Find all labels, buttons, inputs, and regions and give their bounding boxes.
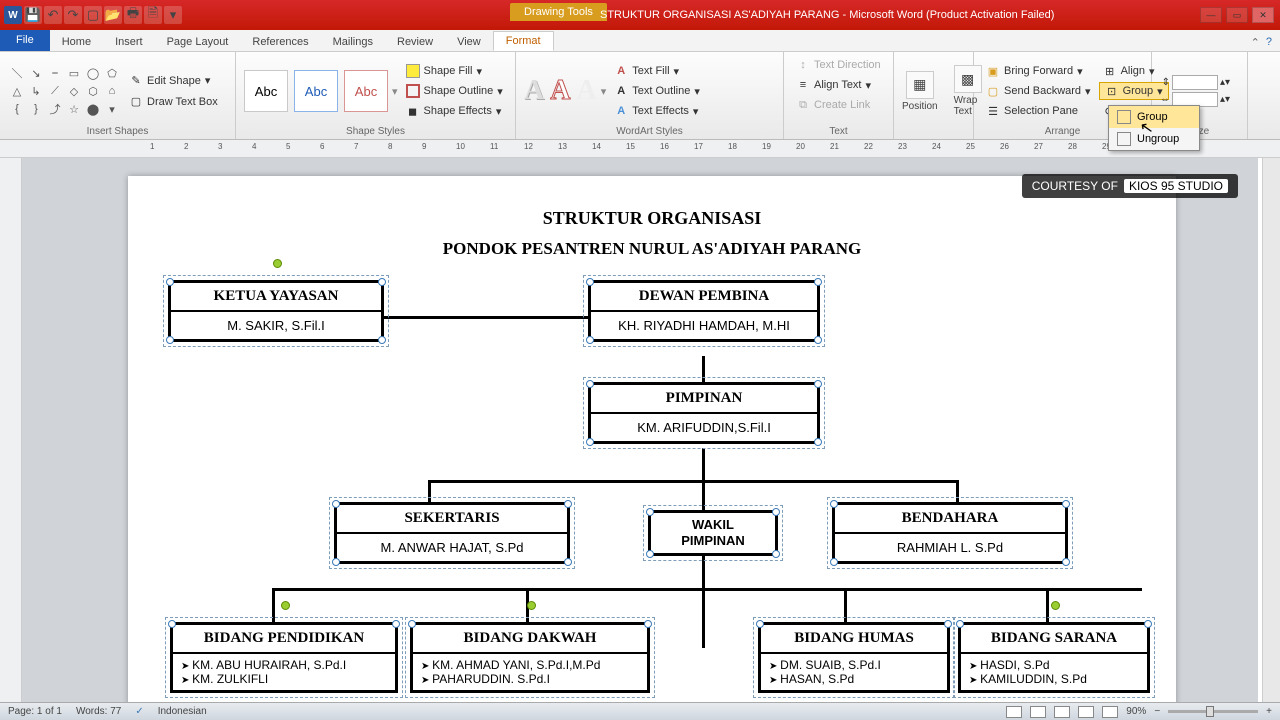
status-bar: Page: 1 of 1 Words: 77 ✓ Indonesian 90% … xyxy=(0,702,1280,720)
status-words[interactable]: Words: 77 xyxy=(76,706,121,717)
tabs-row: File Home Insert Page Layout References … xyxy=(0,30,1280,52)
qat-more-icon[interactable]: ▾ xyxy=(164,6,182,24)
group-insert-shapes: ＼↘⎯▭◯⬠ △↳⟋◇⬡⌂ {}⤴☆⬤▾ ✎Edit Shape ▾ ▢Draw… xyxy=(0,52,236,139)
view-print-layout-icon[interactable] xyxy=(1006,706,1022,718)
quick-access-toolbar: W 💾 ↶ ↷ ▢ 📂 🖶 🗎 ▾ xyxy=(0,6,182,24)
group-label: Insert Shapes xyxy=(8,126,227,139)
group-wordart-styles: A A A ▾ AText Fill ▾ AText Outline ▾ ATe… xyxy=(516,52,784,139)
draw-text-box-button[interactable]: ▢Draw Text Box xyxy=(125,93,222,111)
file-tab[interactable]: File xyxy=(0,29,50,51)
vertical-ruler[interactable] xyxy=(0,158,22,702)
zoom-level[interactable]: 90% xyxy=(1126,706,1146,717)
watermark: COURTESY OF KIOS 95 STUDIO xyxy=(1022,174,1238,198)
box-bidang-sarana[interactable]: BIDANG SARANA HASDI, S.PdKAMILUDDIN, S.P… xyxy=(958,622,1150,693)
document-canvas: STRUKTUR ORGANISASI PONDOK PESANTREN NUR… xyxy=(22,158,1258,702)
zoom-out-button[interactable]: − xyxy=(1154,706,1160,717)
document-title: STRUKTUR ORGANISASI AS'ADIYAH PARANG - M… xyxy=(600,9,1054,21)
text-outline-button[interactable]: AText Outline ▾ xyxy=(610,82,704,100)
maximize-button[interactable]: ▭ xyxy=(1226,7,1248,23)
page: STRUKTUR ORGANISASI PONDOK PESANTREN NUR… xyxy=(128,176,1176,702)
undo-icon[interactable]: ↶ xyxy=(44,6,62,24)
open-icon[interactable]: 📂 xyxy=(104,6,122,24)
status-page[interactable]: Page: 1 of 1 xyxy=(8,706,62,717)
context-tab-label: Drawing Tools xyxy=(510,3,607,21)
box-bidang-dakwah[interactable]: BIDANG DAKWAH KM. AHMAD YANI, S.Pd.I,M.P… xyxy=(410,622,650,693)
tab-format[interactable]: Format xyxy=(493,31,554,51)
word-icon: W xyxy=(4,6,22,24)
box-bidang-pendidikan[interactable]: BIDANG PENDIDIKAN KM. ABU HURAIRAH, S.Pd… xyxy=(170,622,398,693)
org-title-2: PONDOK PESANTREN NURUL AS'ADIYAH PARANG xyxy=(128,239,1176,259)
group-label: WordArt Styles xyxy=(524,126,775,139)
connector xyxy=(428,480,958,483)
shape-outline-button[interactable]: Shape Outline ▾ xyxy=(402,82,507,100)
view-draft-icon[interactable] xyxy=(1102,706,1118,718)
group-shape-styles: Abc Abc Abc ▾ Shape Fill ▾ Shape Outline… xyxy=(236,52,516,139)
bring-forward-button[interactable]: ▣Bring Forward ▾ xyxy=(982,62,1095,80)
wordart-gallery[interactable]: A A A xyxy=(524,75,597,107)
vertical-scrollbar[interactable] xyxy=(1262,158,1280,702)
box-sekertaris[interactable]: SEKERTARIS M. ANWAR HAJAT, S.Pd xyxy=(334,502,570,564)
tab-insert[interactable]: Insert xyxy=(103,33,155,51)
preview-icon[interactable]: 🗎 xyxy=(144,6,162,24)
group-label: Shape Styles xyxy=(244,126,507,139)
box-ketua-yayasan[interactable]: KETUA YAYASAN M. SAKIR, S.Fil.I xyxy=(168,280,384,342)
text-fill-button[interactable]: AText Fill ▾ xyxy=(610,62,704,80)
print-icon[interactable]: 🖶 xyxy=(124,6,142,24)
close-button[interactable]: ✕ xyxy=(1252,7,1274,23)
tab-view[interactable]: View xyxy=(445,33,493,51)
shape-fill-button[interactable]: Shape Fill ▾ xyxy=(402,62,507,80)
title-bar: W 💾 ↶ ↷ ▢ 📂 🖶 🗎 ▾ Drawing Tools STRUKTUR… xyxy=(0,0,1280,30)
redo-icon[interactable]: ↷ xyxy=(64,6,82,24)
view-full-screen-icon[interactable] xyxy=(1030,706,1046,718)
save-icon[interactable]: 💾 xyxy=(24,6,42,24)
connector xyxy=(272,588,1142,591)
text-effects-button[interactable]: AText Effects ▾ xyxy=(610,102,704,120)
box-wakil-pimpinan[interactable]: WAKILPIMPINAN xyxy=(648,510,778,556)
text-direction-button: ↕Text Direction xyxy=(792,56,885,74)
selection-pane-button[interactable]: ☰Selection Pane xyxy=(982,102,1095,120)
edit-shape-button[interactable]: ✎Edit Shape ▾ xyxy=(125,72,222,90)
tab-home[interactable]: Home xyxy=(50,33,103,51)
group-text: ↕Text Direction ≡Align Text ▾ ⧉Create Li… xyxy=(784,52,894,139)
group-position-wrap: ▦Position ▩Wrap Text xyxy=(894,52,974,139)
group-label: Text xyxy=(792,126,885,139)
shape-styles-gallery[interactable]: Abc Abc Abc xyxy=(244,70,388,112)
zoom-in-button[interactable]: + xyxy=(1266,706,1272,717)
create-link-button: ⧉Create Link xyxy=(792,96,874,114)
box-pimpinan[interactable]: PIMPINAN KM. ARIFUDDIN,S.Fil.I xyxy=(588,382,820,444)
position-button[interactable]: ▦Position xyxy=(896,71,944,112)
status-proof-icon[interactable]: ✓ xyxy=(135,706,143,717)
tab-references[interactable]: References xyxy=(240,33,320,51)
shape-effects-button[interactable]: ◼Shape Effects ▾ xyxy=(402,102,507,120)
horizontal-ruler[interactable]: 1234567891011121314151617181920212223242… xyxy=(0,140,1280,158)
group-label xyxy=(896,126,971,139)
minimize-button[interactable]: — xyxy=(1200,7,1222,23)
new-icon[interactable]: ▢ xyxy=(84,6,102,24)
view-web-icon[interactable] xyxy=(1054,706,1070,718)
status-language[interactable]: Indonesian xyxy=(158,706,207,717)
height-field[interactable]: ⇕▴▾ xyxy=(1162,75,1230,90)
view-outline-icon[interactable] xyxy=(1078,706,1094,718)
tab-page-layout[interactable]: Page Layout xyxy=(155,33,241,51)
ribbon: ＼↘⎯▭◯⬠ △↳⟋◇⬡⌂ {}⤴☆⬤▾ ✎Edit Shape ▾ ▢Draw… xyxy=(0,52,1280,140)
window-controls: — ▭ ✕ xyxy=(1200,7,1274,23)
align-text-button[interactable]: ≡Align Text ▾ xyxy=(792,76,875,94)
collapse-ribbon-icon[interactable]: ⌃ xyxy=(1251,36,1260,49)
dropdown-group[interactable]: Group xyxy=(1109,106,1199,128)
box-bidang-humas[interactable]: BIDANG HUMAS DM. SUAIB, S.Pd.IHASAN, S.P… xyxy=(758,622,950,693)
shapes-gallery[interactable]: ＼↘⎯▭◯⬠ △↳⟋◇⬡⌂ {}⤴☆⬤▾ xyxy=(8,65,121,118)
send-backward-button[interactable]: ▢Send Backward ▾ xyxy=(982,82,1095,100)
box-dewan-pembina[interactable]: DEWAN PEMBINA KH. RIYADHI HAMDAH, M.HI xyxy=(588,280,820,342)
zoom-slider[interactable] xyxy=(1168,710,1258,713)
ribbon-help: ⌃ ? xyxy=(1251,36,1272,49)
group-dropdown-menu: Group Ungroup xyxy=(1108,105,1200,151)
tab-mailings[interactable]: Mailings xyxy=(321,33,385,51)
org-title-1: STRUKTUR ORGANISASI xyxy=(128,208,1176,229)
box-bendahara[interactable]: BENDAHARA RAHMIAH L. S.Pd xyxy=(832,502,1068,564)
tab-review[interactable]: Review xyxy=(385,33,445,51)
help-icon[interactable]: ? xyxy=(1266,36,1272,49)
